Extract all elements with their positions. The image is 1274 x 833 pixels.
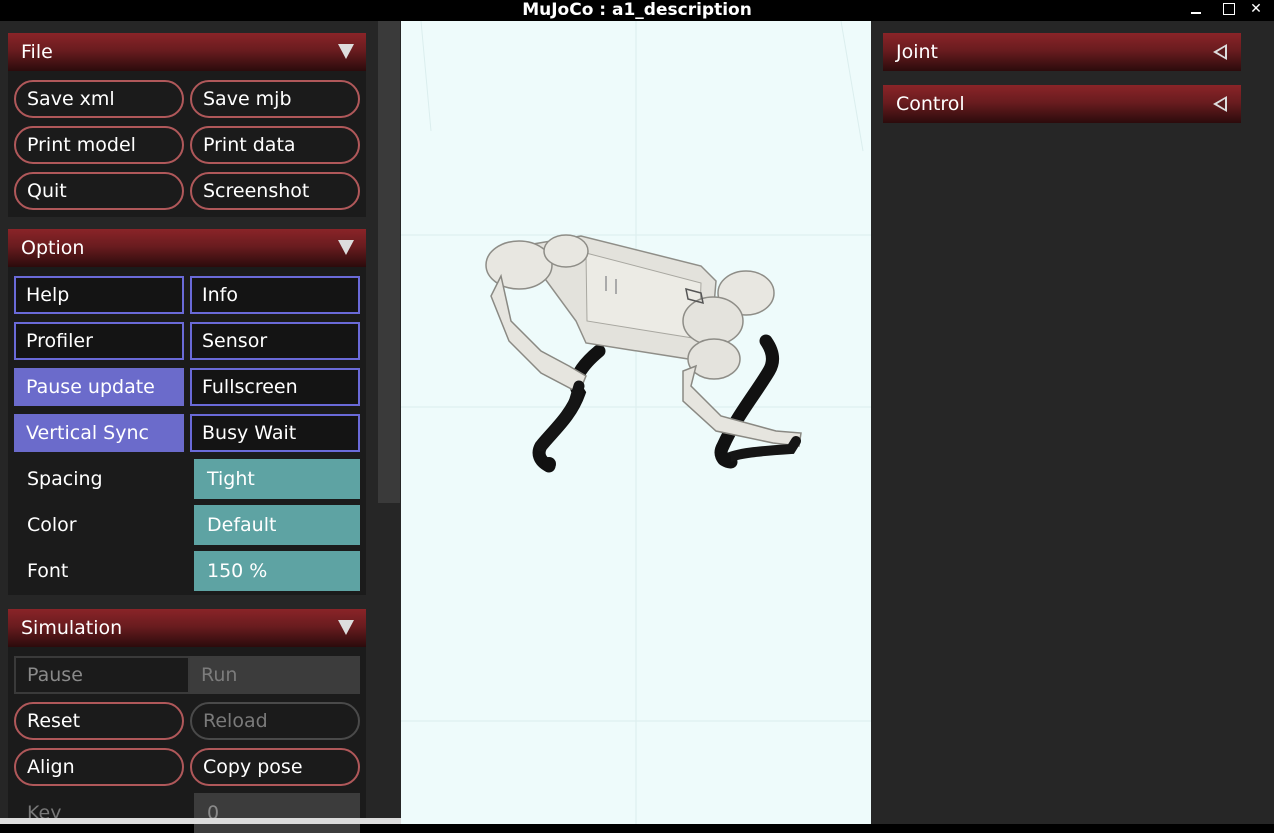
file-header-label: File <box>21 41 53 63</box>
vertical-sync-checkbox[interactable]: Vertical Sync <box>14 414 184 452</box>
triangle-left-icon <box>1213 44 1227 60</box>
triangle-down-icon <box>338 44 354 59</box>
simulation-header-label: Simulation <box>21 617 123 639</box>
spacing-select[interactable]: Tight <box>194 459 360 499</box>
key-label: Key <box>27 802 62 824</box>
control-header[interactable]: Control <box>883 85 1241 123</box>
left-panel-scrollbar[interactable] <box>378 21 400 503</box>
right-ui-panel: Joint Control <box>871 21 1274 824</box>
profiler-checkbox[interactable]: Profiler <box>14 322 184 360</box>
option-header[interactable]: Option <box>8 229 366 267</box>
print-data-button[interactable]: Print data <box>190 126 360 164</box>
control-header-label: Control <box>896 93 965 115</box>
fullscreen-checkbox[interactable]: Fullscreen <box>190 368 360 406</box>
bottom-strip <box>0 818 401 824</box>
triangle-left-icon <box>1213 96 1227 112</box>
spacing-label: Spacing <box>27 468 103 490</box>
run-radio[interactable]: Run <box>190 656 360 694</box>
align-button[interactable]: Align <box>14 748 184 786</box>
color-select[interactable]: Default <box>194 505 360 545</box>
triangle-down-icon <box>338 620 354 635</box>
quit-button[interactable]: Quit <box>14 172 184 210</box>
font-label: Font <box>27 560 69 582</box>
option-section: Option Help Info Profiler Sensor Pause u… <box>8 229 366 595</box>
key-slider[interactable]: 0 <box>194 793 360 833</box>
save-mjb-button[interactable]: Save mjb <box>190 80 360 118</box>
window-title: MuJoCo : a1_description <box>522 0 752 20</box>
option-header-label: Option <box>21 237 85 259</box>
maximize-icon[interactable] <box>1218 0 1240 21</box>
reload-button[interactable]: Reload <box>190 702 360 740</box>
file-header[interactable]: File <box>8 33 366 71</box>
font-select[interactable]: 150 % <box>194 551 360 591</box>
print-model-button[interactable]: Print model <box>14 126 184 164</box>
triangle-down-icon <box>338 240 354 255</box>
simulation-header[interactable]: Simulation <box>8 609 366 647</box>
joint-header-label: Joint <box>896 41 938 63</box>
info-checkbox[interactable]: Info <box>190 276 360 314</box>
close-icon[interactable]: ✕ <box>1245 0 1267 21</box>
pause-update-checkbox[interactable]: Pause update <box>14 368 184 406</box>
robot-scene <box>401 21 871 824</box>
copy-pose-button[interactable]: Copy pose <box>190 748 360 786</box>
sensor-checkbox[interactable]: Sensor <box>190 322 360 360</box>
simulation-section: Simulation Pause Run Reset Reload Align … <box>8 609 366 833</box>
screenshot-button[interactable]: Screenshot <box>190 172 360 210</box>
save-xml-button[interactable]: Save xml <box>14 80 184 118</box>
color-label: Color <box>27 514 77 536</box>
joint-header[interactable]: Joint <box>883 33 1241 71</box>
busy-wait-checkbox[interactable]: Busy Wait <box>190 414 360 452</box>
reset-button[interactable]: Reset <box>14 702 184 740</box>
simulation-viewport[interactable] <box>401 21 871 824</box>
pause-radio[interactable]: Pause <box>14 656 190 694</box>
robot-quadruped <box>485 234 802 473</box>
minimize-icon[interactable] <box>1185 0 1207 21</box>
help-checkbox[interactable]: Help <box>14 276 184 314</box>
file-section: File Save xml Save mjb Print model Print… <box>8 33 366 217</box>
floor-grid <box>401 21 871 824</box>
title-bar: MuJoCo : a1_description ✕ <box>0 0 1274 21</box>
